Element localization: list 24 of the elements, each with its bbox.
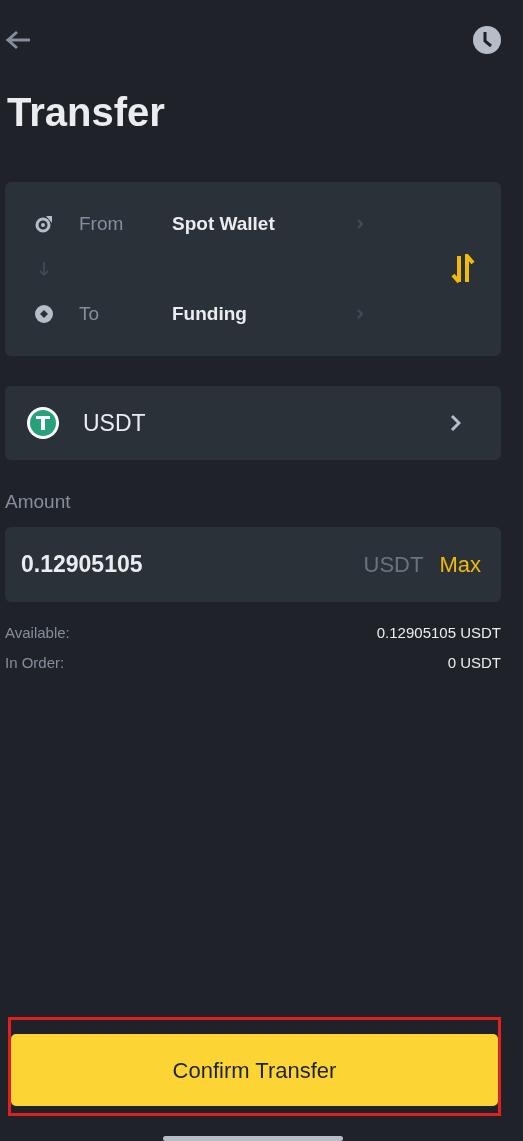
confirm-transfer-button[interactable]: Confirm Transfer — [11, 1034, 498, 1106]
amount-label: Amount — [5, 490, 72, 514]
wallet-icon — [35, 215, 53, 233]
route-label: From — [79, 211, 125, 236]
coin-logo-icon — [27, 407, 59, 439]
coin-symbol: USDT — [83, 408, 147, 438]
amount-field[interactable]: 0.12905105 USDT Max — [5, 526, 501, 602]
wallet-selector[interactable]: Funding — [172, 299, 356, 329]
max-link[interactable]: Max — [439, 547, 481, 581]
balance-value: 0 USDT — [447, 653, 501, 673]
unit-label: USDT — [363, 550, 424, 579]
down-arrow-icon — [39, 261, 49, 277]
balance-label: Available: — [5, 622, 70, 643]
balance-label: In Order: — [5, 653, 65, 673]
chevron-right-icon — [449, 414, 461, 432]
history-icon[interactable] — [473, 26, 501, 54]
coin-selector[interactable]: USDT — [5, 386, 501, 460]
wallet-selector[interactable]: Spot Wallet — [172, 209, 356, 239]
page-title: Transfer — [7, 92, 166, 132]
balance-value: 0.12905105 USDT — [376, 622, 501, 643]
coin-icon — [35, 305, 53, 323]
route-label: To — [79, 301, 101, 326]
swap-icon[interactable] — [451, 254, 475, 284]
back-arrow-icon[interactable] — [5, 30, 31, 50]
